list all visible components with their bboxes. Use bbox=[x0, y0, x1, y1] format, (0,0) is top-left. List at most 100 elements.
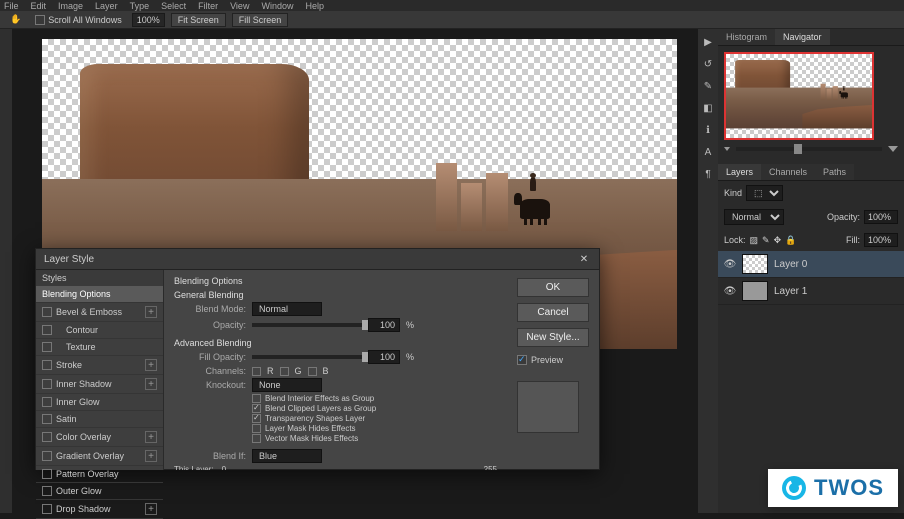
ok-button[interactable]: OK bbox=[517, 278, 589, 297]
layer-thumbnail[interactable] bbox=[742, 281, 768, 301]
style-checkbox[interactable] bbox=[42, 486, 52, 496]
layer-row[interactable]: 👁 Layer 0 bbox=[718, 251, 904, 278]
lock-transparent-icon[interactable]: ▨ bbox=[750, 235, 759, 246]
zoom-field[interactable]: 100% bbox=[132, 13, 165, 27]
add-effect-icon[interactable]: + bbox=[145, 450, 157, 462]
menu-type[interactable]: Type bbox=[130, 1, 150, 11]
fill-screen-button[interactable]: Fill Screen bbox=[232, 13, 289, 27]
add-effect-icon[interactable]: + bbox=[145, 359, 157, 371]
style-row-pattern-overlay[interactable]: Pattern Overlay bbox=[36, 466, 163, 483]
layer-name[interactable]: Layer 0 bbox=[774, 259, 807, 270]
preview-checkbox[interactable] bbox=[517, 355, 527, 365]
menu-window[interactable]: Window bbox=[261, 1, 293, 11]
add-effect-icon[interactable]: + bbox=[145, 306, 157, 318]
brush-icon[interactable]: ✎ bbox=[701, 79, 715, 93]
menu-image[interactable]: Image bbox=[58, 1, 83, 11]
style-checkbox[interactable] bbox=[42, 342, 52, 352]
tab-layers[interactable]: Layers bbox=[718, 164, 761, 180]
style-row-stroke[interactable]: Stroke+ bbox=[36, 356, 163, 375]
tab-navigator[interactable]: Navigator bbox=[775, 29, 830, 45]
channel-r-checkbox[interactable] bbox=[252, 367, 261, 376]
vector-mask-hides-checkbox[interactable] bbox=[252, 434, 261, 443]
add-effect-icon[interactable]: + bbox=[145, 431, 157, 443]
style-row-gradient-overlay[interactable]: Gradient Overlay+ bbox=[36, 447, 163, 466]
style-row-texture[interactable]: Texture bbox=[36, 339, 163, 356]
style-row-outer-glow[interactable]: Outer Glow bbox=[36, 483, 163, 500]
opacity-value[interactable]: 100 bbox=[368, 318, 400, 332]
swatches-icon[interactable]: ◧ bbox=[701, 101, 715, 115]
blend-mode-dropdown[interactable]: Normal bbox=[252, 302, 322, 316]
style-checkbox[interactable] bbox=[42, 307, 52, 317]
fill-opacity-value[interactable]: 100 bbox=[368, 350, 400, 364]
style-row-satin[interactable]: Satin bbox=[36, 411, 163, 428]
style-checkbox[interactable] bbox=[42, 360, 52, 370]
info-icon[interactable]: ℹ bbox=[701, 123, 715, 137]
style-row-drop-shadow[interactable]: Drop Shadow+ bbox=[36, 500, 163, 519]
hand-tool-icon[interactable]: ✋ bbox=[6, 13, 25, 26]
menu-layer[interactable]: Layer bbox=[95, 1, 118, 11]
scroll-all-checkbox[interactable] bbox=[35, 15, 45, 25]
this-layer-low: 0 bbox=[222, 465, 226, 470]
tab-histogram[interactable]: Histogram bbox=[718, 29, 775, 45]
cancel-button[interactable]: Cancel bbox=[517, 303, 589, 322]
logo-icon bbox=[782, 476, 806, 500]
style-row-contour[interactable]: Contour bbox=[36, 322, 163, 339]
channel-g-checkbox[interactable] bbox=[280, 367, 289, 376]
style-row-inner-shadow[interactable]: Inner Shadow+ bbox=[36, 375, 163, 394]
channel-b-checkbox[interactable] bbox=[308, 367, 317, 376]
menu-select[interactable]: Select bbox=[161, 1, 186, 11]
play-icon[interactable]: ▶ bbox=[701, 35, 715, 49]
add-effect-icon[interactable]: + bbox=[145, 503, 157, 515]
style-checkbox[interactable] bbox=[42, 379, 52, 389]
left-tool-rail[interactable] bbox=[0, 29, 12, 513]
menu-view[interactable]: View bbox=[230, 1, 249, 11]
add-effect-icon[interactable]: + bbox=[145, 378, 157, 390]
eye-icon[interactable]: 👁 bbox=[724, 286, 736, 296]
menu-filter[interactable]: Filter bbox=[198, 1, 218, 11]
opacity-slider[interactable] bbox=[252, 323, 362, 327]
paragraph-icon[interactable]: ¶ bbox=[701, 167, 715, 181]
style-row-inner-glow[interactable]: Inner Glow bbox=[36, 394, 163, 411]
style-row-bevel-emboss[interactable]: Bevel & Emboss+ bbox=[36, 303, 163, 322]
lock-all-icon[interactable]: 🔒 bbox=[785, 235, 796, 246]
eye-icon[interactable]: 👁 bbox=[724, 259, 736, 269]
fill-input[interactable] bbox=[864, 233, 898, 247]
menu-file[interactable]: File bbox=[4, 1, 19, 11]
tab-paths[interactable]: Paths bbox=[815, 164, 854, 180]
style-checkbox[interactable] bbox=[42, 397, 52, 407]
knockout-dropdown[interactable]: None bbox=[252, 378, 322, 392]
tab-channels[interactable]: Channels bbox=[761, 164, 815, 180]
type-icon[interactable]: A bbox=[701, 145, 715, 159]
opacity-input[interactable] bbox=[864, 210, 898, 224]
dialog-titlebar[interactable]: Layer Style ✕ bbox=[36, 249, 599, 270]
style-row-color-overlay[interactable]: Color Overlay+ bbox=[36, 428, 163, 447]
lock-position-icon[interactable]: ✥ bbox=[774, 235, 782, 246]
lock-pixels-icon[interactable]: ✎ bbox=[762, 235, 770, 246]
menu-edit[interactable]: Edit bbox=[31, 1, 47, 11]
fill-opacity-slider[interactable] bbox=[252, 355, 362, 359]
kind-filter[interactable]: ⬚ bbox=[746, 185, 783, 201]
history-icon[interactable]: ↺ bbox=[701, 57, 715, 71]
style-checkbox[interactable] bbox=[42, 414, 52, 424]
style-checkbox[interactable] bbox=[42, 325, 52, 335]
close-icon[interactable]: ✕ bbox=[577, 252, 591, 266]
navigator-zoom-slider[interactable] bbox=[724, 146, 898, 152]
blend-mode-select[interactable]: Normal bbox=[724, 209, 784, 225]
style-row-blending-options[interactable]: Blending Options bbox=[36, 286, 163, 303]
new-style-button[interactable]: New Style... bbox=[517, 328, 589, 347]
menu-help[interactable]: Help bbox=[305, 1, 324, 11]
navigator-panel-tabs: Histogram Navigator bbox=[718, 29, 904, 46]
style-checkbox[interactable] bbox=[42, 432, 52, 442]
layer-name[interactable]: Layer 1 bbox=[774, 286, 807, 297]
fit-screen-button[interactable]: Fit Screen bbox=[171, 13, 226, 27]
navigator-thumbnail[interactable] bbox=[724, 52, 874, 140]
transparency-shapes-checkbox[interactable] bbox=[252, 414, 261, 423]
style-checkbox[interactable] bbox=[42, 451, 52, 461]
blend-interior-checkbox[interactable] bbox=[252, 394, 261, 403]
blend-clipped-checkbox[interactable] bbox=[252, 404, 261, 413]
layer-mask-hides-checkbox[interactable] bbox=[252, 424, 261, 433]
style-checkbox[interactable] bbox=[42, 469, 52, 479]
blend-if-dropdown[interactable]: Blue bbox=[252, 449, 322, 463]
layer-row[interactable]: 👁 Layer 1 bbox=[718, 278, 904, 305]
layer-thumbnail[interactable] bbox=[742, 254, 768, 274]
